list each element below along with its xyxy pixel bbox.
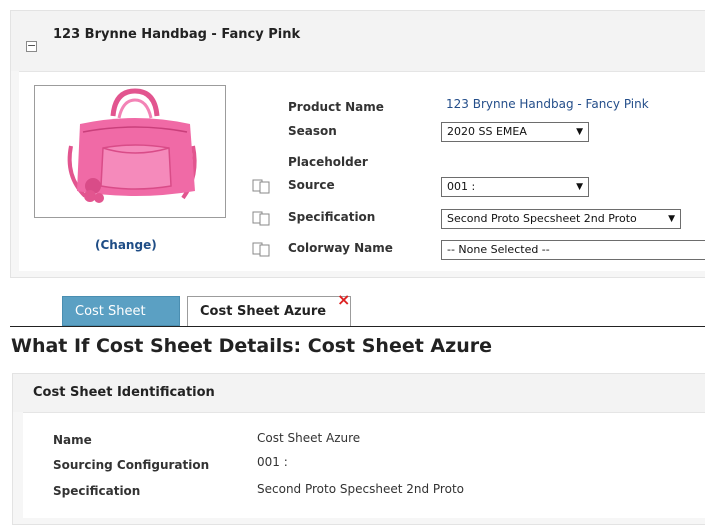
colorway-name-select[interactable]: -- None Selected -- <box>441 240 705 260</box>
source-select[interactable]: 001 : ▼ <box>441 177 589 197</box>
specification-label: Specification <box>53 484 141 498</box>
chevron-down-icon: ▼ <box>576 182 583 192</box>
product-body: (Change) Product Name 123 Brynne Handbag… <box>19 71 705 271</box>
copy-icon[interactable] <box>251 241 273 257</box>
copy-icon[interactable] <box>251 178 273 194</box>
copy-icon[interactable] <box>251 210 273 226</box>
sourcing-configuration-value: 001 : <box>257 455 288 469</box>
colorway-name-select-value: -- None Selected -- <box>447 243 550 256</box>
product-header: − 123 Brynne Handbag - Fancy Pink <box>11 11 705 71</box>
change-image-link[interactable]: (Change) <box>95 238 157 252</box>
source-select-value: 001 : <box>447 180 476 193</box>
handbag-image <box>67 88 197 203</box>
identification-title: Cost Sheet Identification <box>33 385 215 400</box>
specification-select[interactable]: Second Proto Specsheet 2nd Proto ▼ <box>441 209 681 229</box>
product-title: 123 Brynne Handbag - Fancy Pink <box>53 27 301 42</box>
product-name-value[interactable]: 123 Brynne Handbag - Fancy Pink <box>446 97 649 111</box>
colorway-name-label: Colorway Name <box>288 241 393 255</box>
product-image[interactable] <box>34 85 226 218</box>
product-panel: − 123 Brynne Handbag - Fancy Pink (Chang… <box>10 10 705 278</box>
chevron-down-icon: ▼ <box>576 127 583 137</box>
collapse-icon[interactable]: − <box>26 40 37 52</box>
specification-select-value: Second Proto Specsheet 2nd Proto <box>447 212 637 225</box>
cost-sheet-identification-panel: Cost Sheet Identification Name Cost Shee… <box>12 373 705 525</box>
tab-divider <box>10 326 705 327</box>
name-value: Cost Sheet Azure <box>257 431 361 445</box>
specification-label: Specification <box>288 210 376 224</box>
sourcing-configuration-label: Sourcing Configuration <box>53 458 210 472</box>
product-name-label: Product Name <box>288 100 384 114</box>
page-title: What If Cost Sheet Details: Cost Sheet A… <box>11 335 492 357</box>
season-select-value: 2020 SS EMEA <box>447 125 527 138</box>
tab-cost-sheet-list[interactable]: Cost Sheet List <box>62 296 180 349</box>
placeholder-label: Placeholder <box>288 155 368 169</box>
season-label: Season <box>288 124 337 138</box>
tab-cost-sheet-azure[interactable]: Cost Sheet Azure <box>187 296 351 326</box>
close-icon[interactable]: × <box>337 290 350 309</box>
name-label: Name <box>53 433 92 447</box>
chevron-down-icon: ▼ <box>668 214 675 224</box>
source-label: Source <box>288 178 335 192</box>
specification-value: Second Proto Specsheet 2nd Proto <box>257 482 464 496</box>
identification-body: Name Cost Sheet Azure Sourcing Configura… <box>23 412 705 518</box>
identification-header: Cost Sheet Identification <box>13 374 705 412</box>
season-select[interactable]: 2020 SS EMEA ▼ <box>441 122 589 142</box>
